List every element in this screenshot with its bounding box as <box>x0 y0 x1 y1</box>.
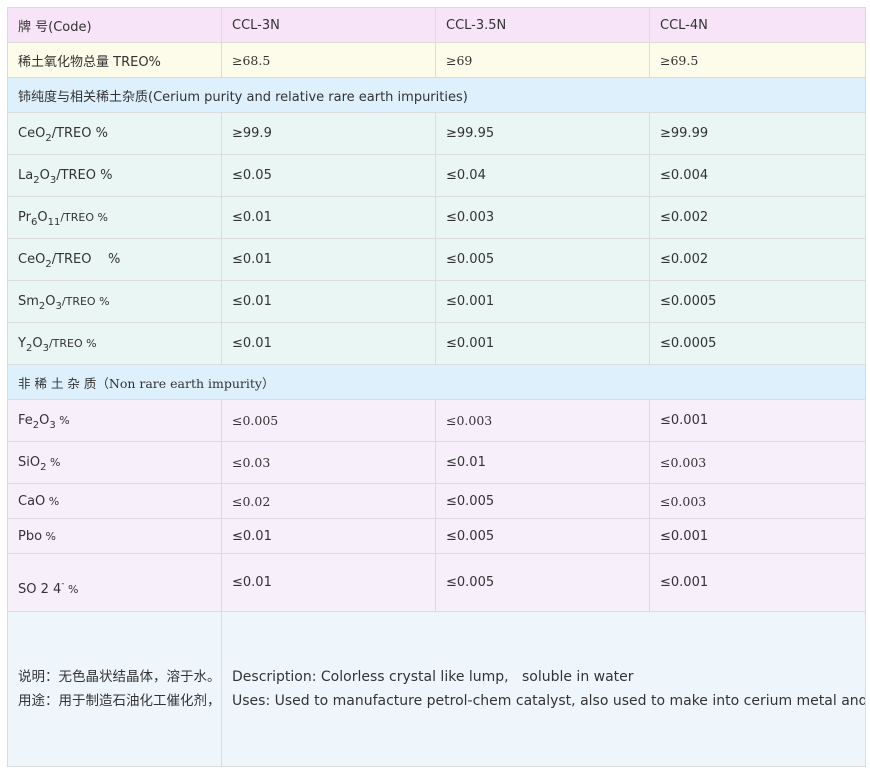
value-cell: ≤0.001 <box>649 553 866 612</box>
header-row: 牌 号(Code) CCL-3N CCL-3.5N CCL-4N <box>7 7 866 43</box>
uses-en-text: Uses: Used to manufacture petrol-chem ca… <box>232 693 866 709</box>
value-cell: ≤0.005 <box>435 553 650 612</box>
impurity-label: Pr6O11/TREO % <box>7 196 222 239</box>
value-cell: ≤0.04 <box>435 154 650 197</box>
impurity-label: CaO % <box>7 483 222 519</box>
table-row: La2O3/TREO % ≤0.05 ≤0.04 ≤0.004 <box>7 154 866 197</box>
description-row: 说明：无色晶状结晶体，溶于水。 用途：用于制造石油化工催化剂，也可用来制造金属铈… <box>7 611 866 767</box>
value-cell: ≤0.01 <box>435 441 650 484</box>
section-header-cerium: 铈纯度与相关稀土杂质(Cerium purity and relative ra… <box>7 77 866 113</box>
grade-header-cell: CCL-3.5N <box>435 7 650 43</box>
value-cell: ≤0.01 <box>221 238 436 281</box>
uses-cn-text: 用途：用于制造石油化工催化剂，也可用来制造金属铈和铈的其它化合物。 <box>18 693 222 709</box>
impurity-label: Pbo % <box>7 518 222 554</box>
impurity-label: CeO2/TREO % <box>7 238 222 281</box>
table-row: Pbo % ≤0.01 ≤0.005 ≤0.001 <box>7 518 866 554</box>
table-row: Pr6O11/TREO % ≤0.01 ≤0.003 ≤0.002 <box>7 196 866 239</box>
value-cell: ≤0.003 <box>649 483 866 519</box>
description-en-text: Description: Colorless crystal like lump… <box>232 668 634 685</box>
value-cell: ≤0.02 <box>221 483 436 519</box>
value-cell: ≤0.003 <box>649 441 866 484</box>
value-cell: ≤0.004 <box>649 154 866 197</box>
impurity-label: SO 2 4- % <box>7 553 222 612</box>
code-header-cell: 牌 号(Code) <box>7 7 222 43</box>
value-cell: ≤0.002 <box>649 196 866 239</box>
table-row: Fe2O3 % ≤0.005 ≤0.003 ≤0.001 <box>7 399 866 442</box>
value-cell: ≥99.95 <box>435 112 650 155</box>
table-row: Y2O3/TREO % ≤0.01 ≤0.001 ≤0.0005 <box>7 322 866 365</box>
section-title-non-rare-earth: 非 稀 土 杂 质（Non rare earth impurity） <box>7 364 866 400</box>
value-cell: ≤0.0005 <box>649 322 866 365</box>
table-row: Sm2O3/TREO % ≤0.01 ≤0.001 ≤0.0005 <box>7 280 866 323</box>
grade-header-cell: CCL-3N <box>221 7 436 43</box>
section-header-non-rare-earth: 非 稀 土 杂 质（Non rare earth impurity） <box>7 364 866 400</box>
impurity-label: Sm2O3/TREO % <box>7 280 222 323</box>
value-cell: ≤0.01 <box>221 553 436 612</box>
table-row: CeO2/TREO % ≥99.9 ≥99.95 ≥99.99 <box>7 112 866 155</box>
impurity-label: Y2O3/TREO % <box>7 322 222 365</box>
value-cell: ≥99.9 <box>221 112 436 155</box>
treo-row: 稀土氧化物总量 TREO% ≥68.5 ≥69 ≥69.5 <box>7 42 866 78</box>
impurity-label: SiO2 % <box>7 441 222 484</box>
grade-header-cell: CCL-4N <box>649 7 866 43</box>
table-row: CeO2/TREO % ≤0.01 ≤0.005 ≤0.002 <box>7 238 866 281</box>
value-cell: ≤0.01 <box>221 322 436 365</box>
description-chinese: 说明：无色晶状结晶体，溶于水。 用途：用于制造石油化工催化剂，也可用来制造金属铈… <box>7 611 222 767</box>
value-cell: ≤0.001 <box>649 399 866 442</box>
value-cell: ≤0.005 <box>435 238 650 281</box>
treo-value: ≥69 <box>435 42 650 78</box>
impurity-label: CeO2/TREO % <box>7 112 222 155</box>
value-cell: ≥99.99 <box>649 112 866 155</box>
description-english: Description: Colorless crystal like lump… <box>221 611 866 767</box>
value-cell: ≤0.01 <box>221 518 436 554</box>
value-cell: ≤0.005 <box>435 483 650 519</box>
value-cell: ≤0.003 <box>435 196 650 239</box>
value-cell: ≤0.01 <box>221 196 436 239</box>
value-cell: ≤0.005 <box>221 399 436 442</box>
table-row: SiO2 % ≤0.03 ≤0.01 ≤0.003 <box>7 441 866 484</box>
treo-value: ≥68.5 <box>221 42 436 78</box>
value-cell: ≤0.001 <box>435 322 650 365</box>
value-cell: ≤0.003 <box>435 399 650 442</box>
value-cell: ≤0.03 <box>221 441 436 484</box>
table-row: SO 2 4- % ≤0.01 ≤0.005 ≤0.001 <box>7 553 866 612</box>
value-cell: ≤0.001 <box>435 280 650 323</box>
section-title-cerium: 铈纯度与相关稀土杂质(Cerium purity and relative ra… <box>7 77 866 113</box>
treo-value: ≥69.5 <box>649 42 866 78</box>
value-cell: ≤0.05 <box>221 154 436 197</box>
value-cell: ≤0.005 <box>435 518 650 554</box>
impurity-label: Fe2O3 % <box>7 399 222 442</box>
table-row: CaO % ≤0.02 ≤0.005 ≤0.003 <box>7 483 866 519</box>
description-cn-text: 说明：无色晶状结晶体，溶于水。 <box>18 668 221 685</box>
treo-label: 稀土氧化物总量 TREO% <box>7 42 222 78</box>
value-cell: ≤0.002 <box>649 238 866 281</box>
specification-table: 牌 号(Code) CCL-3N CCL-3.5N CCL-4N 稀土氧化物总量… <box>7 7 866 767</box>
value-cell: ≤0.001 <box>649 518 866 554</box>
value-cell: ≤0.01 <box>221 280 436 323</box>
value-cell: ≤0.0005 <box>649 280 866 323</box>
impurity-label: La2O3/TREO % <box>7 154 222 197</box>
